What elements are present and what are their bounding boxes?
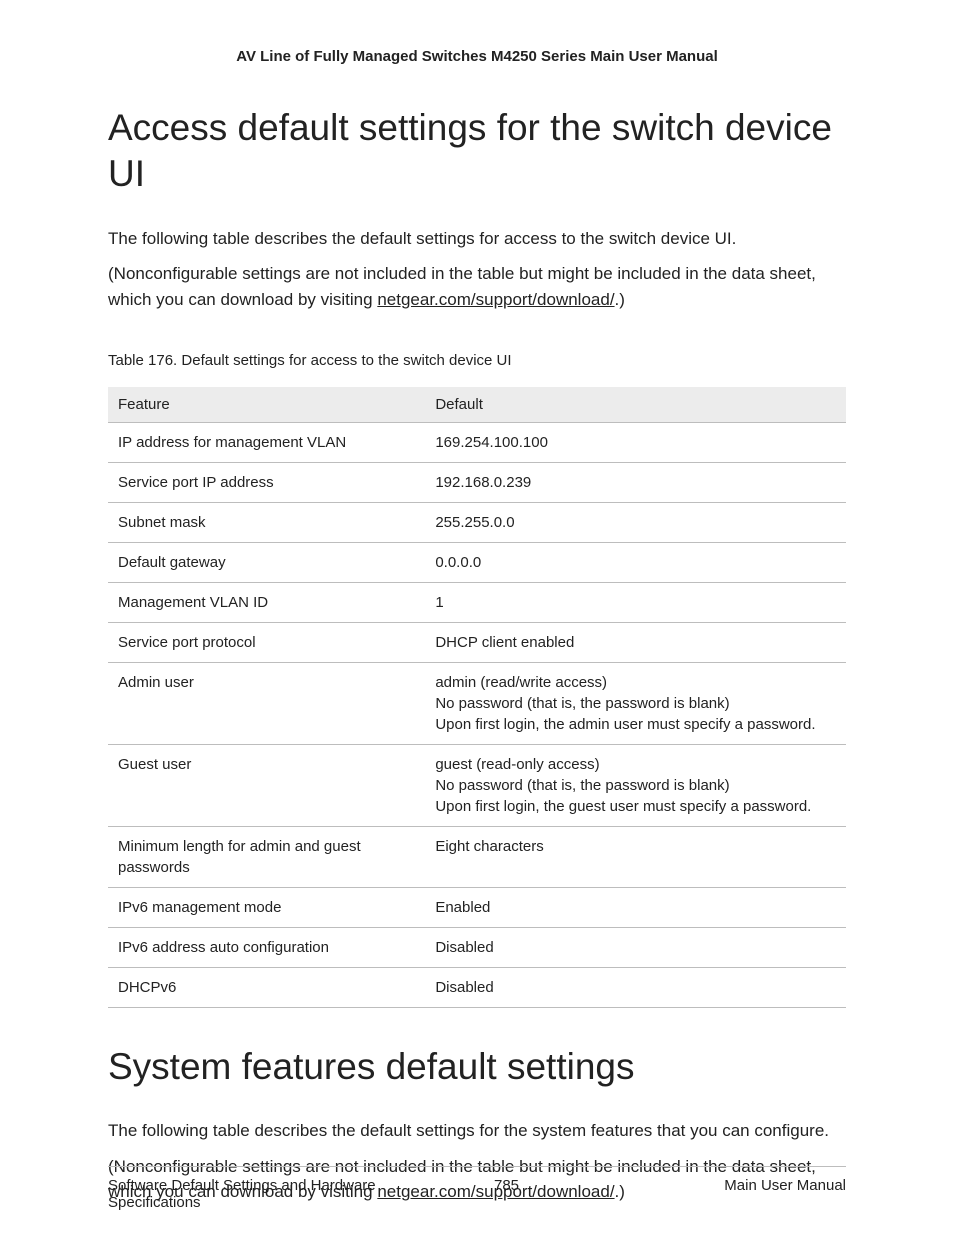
default-cell: Disabled xyxy=(425,928,846,968)
section1-paragraph-2: (Nonconfigurable settings are not includ… xyxy=(108,261,846,312)
default-line: No password (that is, the password is bl… xyxy=(435,775,836,796)
section-title-access-defaults: Access default settings for the switch d… xyxy=(108,105,846,198)
default-cell: 255.255.0.0 xyxy=(425,503,846,543)
default-cell: DHCP client enabled xyxy=(425,623,846,663)
page-footer: Software Default Settings and Hardware S… xyxy=(108,1166,846,1211)
feature-cell: IP address for management VLAN xyxy=(108,423,425,463)
default-line: admin (read/write access) xyxy=(435,672,836,693)
support-download-link[interactable]: netgear.com/support/download/ xyxy=(377,290,614,309)
running-header: AV Line of Fully Managed Switches M4250 … xyxy=(108,48,846,65)
table-row: DHCPv6Disabled xyxy=(108,968,846,1008)
default-line: Upon first login, the guest user must sp… xyxy=(435,796,836,817)
feature-cell: Service port IP address xyxy=(108,463,425,503)
default-cell: 1 xyxy=(425,583,846,623)
table-row: Management VLAN ID1 xyxy=(108,583,846,623)
feature-cell: IPv6 address auto configuration xyxy=(108,928,425,968)
default-cell: Enabled xyxy=(425,888,846,928)
footer-page-number: 785 xyxy=(388,1177,624,1211)
default-line: Upon first login, the admin user must sp… xyxy=(435,714,836,735)
table-row: Guest userguest (read-only access)No pas… xyxy=(108,745,846,827)
default-cell: 0.0.0.0 xyxy=(425,543,846,583)
feature-cell: Management VLAN ID xyxy=(108,583,425,623)
feature-cell: Minimum length for admin and guest passw… xyxy=(108,827,425,888)
default-line: guest (read-only access) xyxy=(435,754,836,775)
table-row: Subnet mask255.255.0.0 xyxy=(108,503,846,543)
table-row: Default gateway0.0.0.0 xyxy=(108,543,846,583)
table-row: IPv6 address auto configurationDisabled xyxy=(108,928,846,968)
default-cell: 192.168.0.239 xyxy=(425,463,846,503)
feature-cell: DHCPv6 xyxy=(108,968,425,1008)
feature-cell: Subnet mask xyxy=(108,503,425,543)
table-row: IPv6 management modeEnabled xyxy=(108,888,846,928)
feature-cell: Guest user xyxy=(108,745,425,827)
feature-cell: Default gateway xyxy=(108,543,425,583)
footer-right: Main User Manual xyxy=(625,1177,846,1211)
default-cell: guest (read-only access)No password (tha… xyxy=(425,745,846,827)
default-cell: Eight characters xyxy=(425,827,846,888)
feature-cell: Service port protocol xyxy=(108,623,425,663)
column-header-feature: Feature xyxy=(108,387,425,423)
section1-paragraph-1: The following table describes the defaul… xyxy=(108,226,846,252)
column-header-default: Default xyxy=(425,387,846,423)
table-row: Admin useradmin (read/write access)No pa… xyxy=(108,663,846,745)
table-row: Service port IP address192.168.0.239 xyxy=(108,463,846,503)
defaults-table: Feature Default IP address for managemen… xyxy=(108,387,846,1008)
table-row: IP address for management VLAN169.254.10… xyxy=(108,423,846,463)
table-row: Service port protocolDHCP client enabled xyxy=(108,623,846,663)
section-title-system-features: System features default settings xyxy=(108,1044,846,1090)
default-cell: admin (read/write access)No password (th… xyxy=(425,663,846,745)
feature-cell: IPv6 management mode xyxy=(108,888,425,928)
section2-paragraph-1: The following table describes the defaul… xyxy=(108,1118,846,1144)
table-header-row: Feature Default xyxy=(108,387,846,423)
section1-para2-post: .) xyxy=(615,290,625,309)
document-page: AV Line of Fully Managed Switches M4250 … xyxy=(0,0,954,1255)
default-line: No password (that is, the password is bl… xyxy=(435,693,836,714)
table-caption: Table 176. Default settings for access t… xyxy=(108,352,846,369)
feature-cell: Admin user xyxy=(108,663,425,745)
default-cell: Disabled xyxy=(425,968,846,1008)
default-cell: 169.254.100.100 xyxy=(425,423,846,463)
footer-left: Software Default Settings and Hardware S… xyxy=(108,1177,388,1211)
table-row: Minimum length for admin and guest passw… xyxy=(108,827,846,888)
